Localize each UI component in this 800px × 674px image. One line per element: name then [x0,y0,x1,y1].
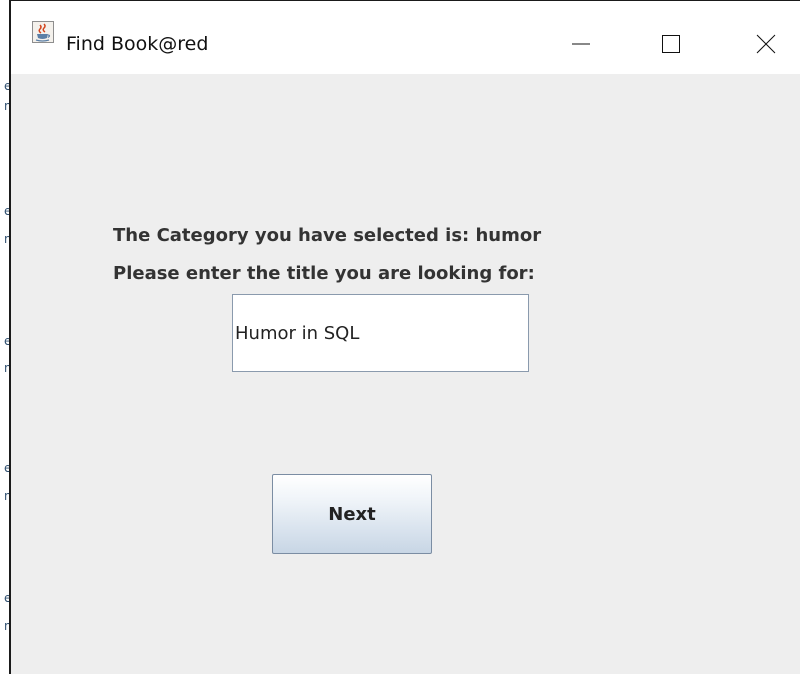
title-bar[interactable]: Find Book@red [11,0,800,74]
title-prompt-label: Please enter the title you are looking f… [113,263,535,284]
minimize-icon [571,34,591,54]
close-icon [756,34,776,54]
window-title: Find Book@red [66,33,209,55]
maximize-button[interactable] [643,22,699,66]
category-label: The Category you have selected is: humor [113,225,542,246]
next-button[interactable]: Next [272,474,432,554]
maximize-icon [661,34,681,54]
java-coffee-icon [32,21,54,43]
minimize-button[interactable] [553,22,609,66]
dialog-content: The Category you have selected is: humor… [11,74,800,674]
title-input[interactable] [232,294,529,372]
close-button[interactable] [738,22,794,66]
